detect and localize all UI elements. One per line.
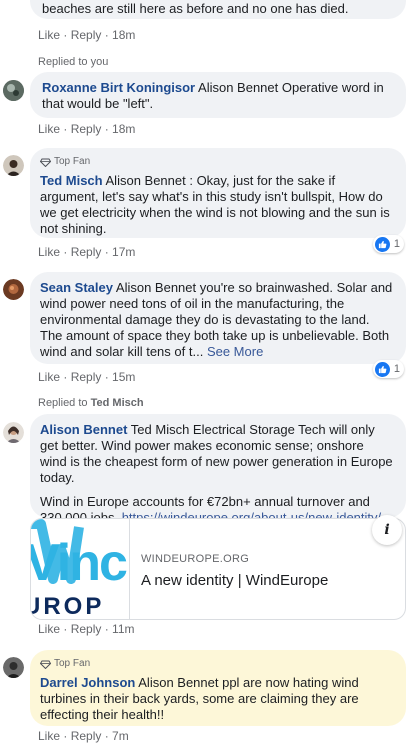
- author-name[interactable]: Roxanne Birt Koningisor: [42, 80, 195, 95]
- like-link[interactable]: Like: [38, 729, 60, 743]
- reaction-summary[interactable]: 1: [372, 360, 404, 378]
- avatar[interactable]: [3, 279, 24, 300]
- reaction-summary[interactable]: 1: [372, 235, 404, 253]
- avatar[interactable]: [3, 155, 24, 176]
- thumbnail-text-bottom: UROP: [31, 593, 105, 619]
- comment-bubble: beaches are still here as before and no …: [30, 0, 406, 19]
- like-link[interactable]: Like: [38, 370, 60, 384]
- replied-name[interactable]: Ted Misch: [91, 397, 144, 409]
- reaction-count: 1: [393, 363, 400, 375]
- replied-to-note: Replied to Ted Misch: [38, 397, 144, 409]
- top-fan-badge: Top Fan: [40, 154, 394, 170]
- reply-link[interactable]: Reply: [71, 245, 102, 259]
- comment-actions: Like · Reply · 15m: [38, 370, 136, 384]
- comment-actions: Like · Reply · 18m: [38, 28, 136, 42]
- top-fan-label: Top Fan: [54, 658, 91, 669]
- link-title: A new identity | WindEurope: [141, 572, 329, 589]
- top-fan-diamond-icon: [40, 158, 51, 167]
- comment-bubble: Top Fan Ted Misch Alison Bennet : Okay, …: [30, 148, 406, 238]
- comment-actions: Like · Reply · 18m: [38, 122, 136, 136]
- comment-actions: Like · Reply · 17m: [38, 245, 136, 259]
- author-name[interactable]: Alison Bennet: [40, 422, 127, 437]
- thumbnail-text-top: Vinc: [31, 534, 128, 592]
- like-link[interactable]: Like: [38, 28, 60, 42]
- avatar[interactable]: [3, 422, 24, 443]
- timestamp[interactable]: 15m: [112, 370, 135, 384]
- timestamp[interactable]: 17m: [112, 245, 135, 259]
- timestamp[interactable]: 7m: [112, 729, 129, 743]
- avatar[interactable]: [3, 80, 24, 101]
- comment-actions: Like · Reply · 7m: [38, 729, 129, 743]
- timestamp[interactable]: 18m: [112, 122, 135, 136]
- timestamp[interactable]: 11m: [112, 622, 134, 636]
- reaction-count: 1: [393, 238, 400, 250]
- info-icon[interactable]: i: [372, 515, 402, 545]
- comment-bubble: Roxanne Birt Koningisor Alison Bennet Op…: [30, 72, 406, 118]
- replied-to-note: Replied to you: [38, 56, 109, 68]
- link-preview-card[interactable]: Vinc UROP WINDEUROPE.ORG A new identity …: [30, 518, 406, 620]
- top-fan-badge: Top Fan: [40, 656, 394, 672]
- see-more-link[interactable]: See More: [207, 344, 263, 359]
- reply-link[interactable]: Reply: [71, 122, 102, 136]
- author-name[interactable]: Ted Misch: [40, 173, 103, 188]
- comment-bubble: Sean Staley Alison Bennet you're so brai…: [30, 272, 406, 364]
- like-link[interactable]: Like: [38, 622, 60, 636]
- reply-link[interactable]: Reply: [71, 622, 102, 636]
- like-thumb-icon: [374, 361, 390, 377]
- like-thumb-icon: [374, 236, 390, 252]
- reply-link[interactable]: Reply: [71, 28, 102, 42]
- like-link[interactable]: Like: [38, 245, 60, 259]
- link-thumbnail: Vinc UROP: [31, 519, 130, 619]
- like-link[interactable]: Like: [38, 122, 60, 136]
- author-name[interactable]: Darrel Johnson: [40, 675, 135, 690]
- top-fan-diamond-icon: [40, 660, 51, 669]
- timestamp[interactable]: 18m: [112, 28, 135, 42]
- info-icon-glyph: i: [384, 522, 390, 538]
- comment-text: beaches are still here as before and no …: [42, 1, 349, 16]
- comment-bubble-highlighted: Top Fan Darrel Johnson Alison Bennet ppl…: [30, 650, 406, 726]
- top-fan-label: Top Fan: [54, 156, 91, 167]
- author-name[interactable]: Sean Staley: [40, 280, 113, 295]
- avatar[interactable]: [3, 657, 24, 678]
- comment-actions: Like · Reply · 11m: [38, 622, 135, 636]
- reply-link[interactable]: Reply: [71, 729, 102, 743]
- replied-prefix: Replied to: [38, 397, 88, 409]
- link-domain: WINDEUROPE.ORG: [141, 553, 250, 565]
- comment-bubble: Alison Bennet Ted Misch Electrical Stora…: [30, 414, 406, 525]
- reply-link[interactable]: Reply: [71, 370, 102, 384]
